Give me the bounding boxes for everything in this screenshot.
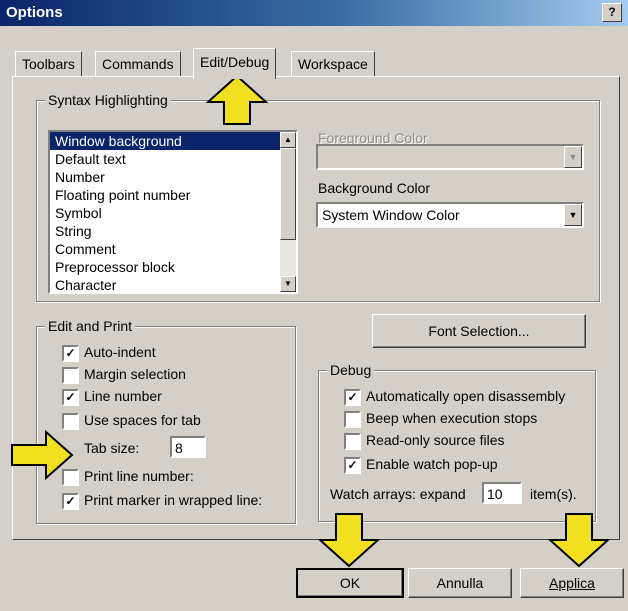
tab-size-input[interactable]: 8 (170, 436, 206, 458)
open-disassembly-checkbox[interactable]: ✓ (344, 389, 361, 406)
watch-arrays-input[interactable]: 10 (482, 482, 522, 504)
ok-button[interactable]: OK (296, 568, 404, 598)
open-disassembly-label: Automatically open disassembly (366, 388, 566, 404)
tab-toolbars[interactable]: Toolbars (15, 51, 82, 76)
background-color-select[interactable]: System Window Color ▼ (316, 202, 584, 228)
watch-popup-checkbox[interactable]: ✓ (344, 457, 361, 474)
list-item[interactable]: String (50, 222, 296, 240)
auto-indent-checkbox[interactable]: ✓ (62, 345, 79, 362)
foreground-color-select: ▼ (316, 144, 584, 170)
tab-size-label: Tab size: (84, 440, 140, 456)
list-item[interactable]: Preprocessor block (50, 258, 296, 276)
margin-selection-label: Margin selection (84, 366, 186, 382)
window-title: Options (6, 4, 63, 21)
debug-title: Debug (327, 362, 375, 378)
font-selection-button[interactable]: Font Selection... (372, 314, 586, 348)
line-number-checkbox[interactable]: ✓ (62, 389, 79, 406)
tab-commands[interactable]: Commands (95, 51, 181, 76)
list-scrollbar[interactable]: ▲ ▼ (280, 132, 296, 292)
right-arrow-annotation-icon (11, 430, 74, 480)
beep-label: Beep when execution stops (366, 410, 538, 426)
list-item[interactable]: Comment (50, 240, 296, 258)
margin-selection-checkbox[interactable] (62, 367, 79, 384)
apply-button[interactable]: Applica (520, 568, 624, 598)
down-arrow-annotation-icon (318, 513, 380, 568)
list-item[interactable]: Number (50, 168, 296, 186)
read-only-source-checkbox[interactable] (344, 433, 361, 450)
read-only-source-label: Read-only source files (366, 432, 505, 448)
options-dialog: Options ? Toolbars Commands Edit/Debug W… (0, 0, 628, 611)
scroll-down-icon[interactable]: ▼ (280, 276, 296, 292)
up-arrow-annotation-icon (206, 74, 268, 125)
watch-arrays-label: Watch arrays: expand (330, 486, 466, 502)
help-button[interactable]: ? (602, 3, 622, 22)
line-number-label: Line number (84, 388, 162, 404)
background-color-value: System Window Color (322, 207, 460, 223)
edit-and-print-title: Edit and Print (45, 318, 136, 334)
title-bar[interactable]: Options ? (0, 0, 628, 26)
chevron-down-icon: ▼ (564, 146, 582, 168)
tab-edit-debug[interactable]: Edit/Debug (193, 48, 277, 79)
beep-checkbox[interactable] (344, 411, 361, 428)
down-arrow-annotation-icon (548, 513, 610, 568)
scroll-thumb[interactable] (280, 148, 296, 240)
list-item[interactable]: Window background (50, 132, 296, 150)
use-spaces-for-tab-label: Use spaces for tab (84, 412, 201, 428)
list-item[interactable]: Default text (50, 150, 296, 168)
print-marker-label: Print marker in wrapped line: (84, 492, 263, 508)
syntax-element-list[interactable]: Window background Default text Number Float… (48, 130, 298, 294)
auto-indent-label: Auto-indent (84, 344, 156, 360)
print-line-number-label: Print line number: (84, 468, 194, 484)
scroll-up-icon[interactable]: ▲ (280, 132, 296, 148)
background-color-label: Background Color (318, 180, 431, 196)
watch-popup-label: Enable watch pop-up (366, 456, 498, 472)
list-item[interactable]: Floating point number (50, 186, 296, 204)
watch-arrays-suffix: item(s). (530, 486, 577, 502)
syntax-highlighting-title: Syntax Highlighting (45, 92, 171, 108)
use-spaces-for-tab-checkbox[interactable] (62, 413, 79, 430)
tab-workspace[interactable]: Workspace (291, 51, 375, 76)
cancel-button[interactable]: Annulla (408, 568, 512, 598)
list-item[interactable]: Symbol (50, 204, 296, 222)
chevron-down-icon[interactable]: ▼ (564, 204, 582, 226)
print-marker-checkbox[interactable]: ✓ (62, 493, 79, 510)
list-item[interactable]: Character (50, 276, 296, 292)
